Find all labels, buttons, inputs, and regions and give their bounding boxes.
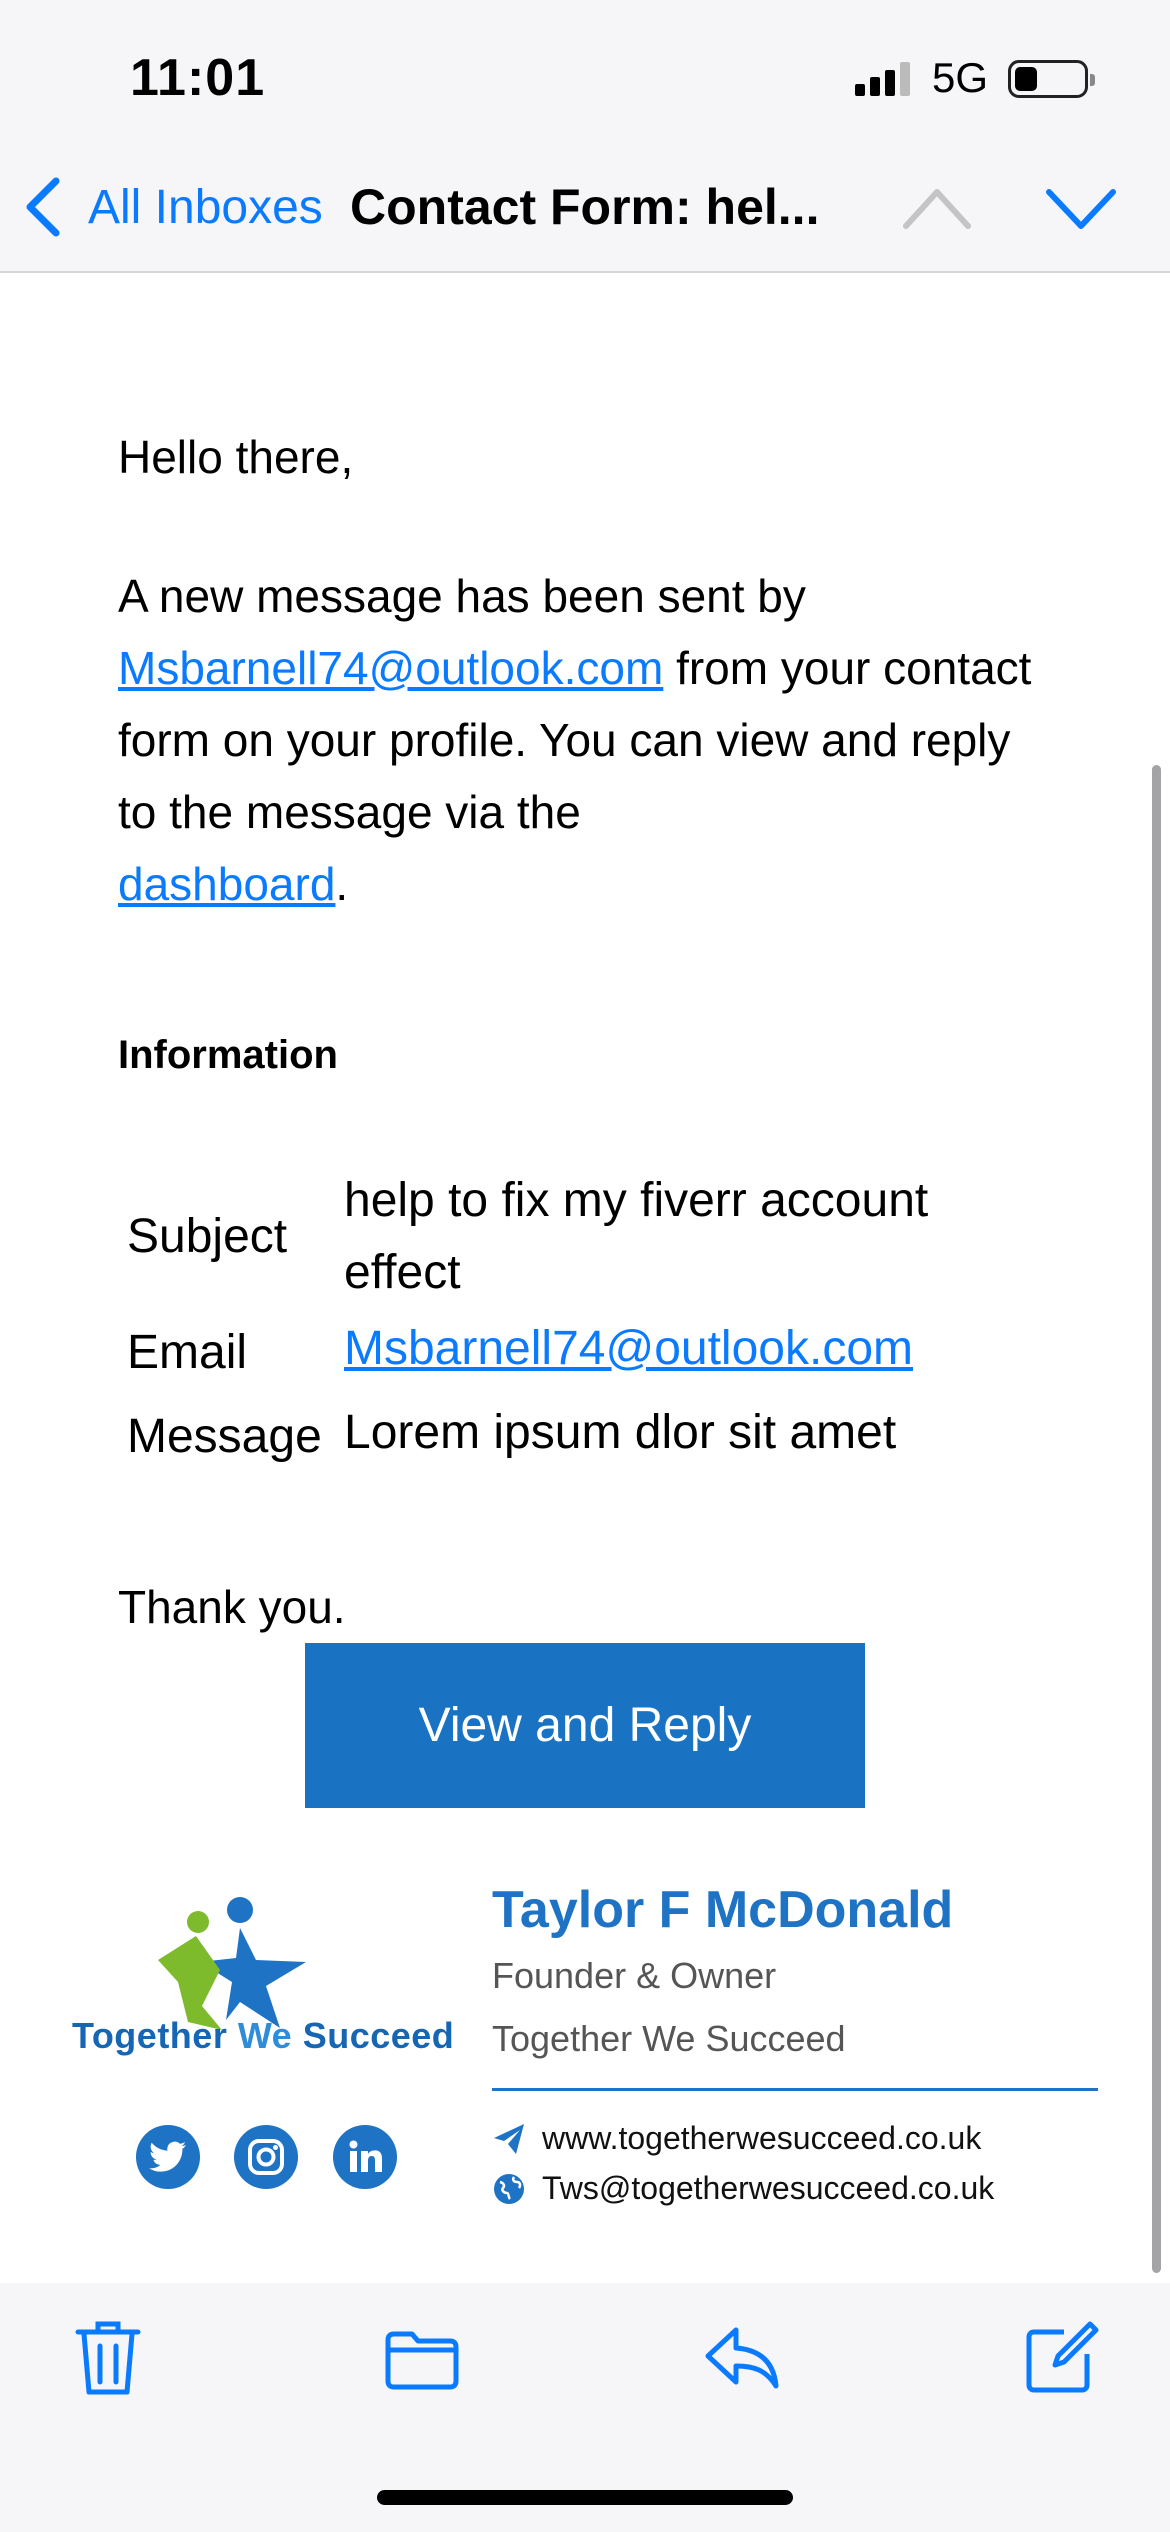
brand-text-succeed: Succeed <box>292 2015 455 2056</box>
signature-divider <box>492 2088 1098 2091</box>
info-value-subject-line2: effect <box>344 1246 461 1299</box>
info-label-email: Email <box>127 1326 248 1379</box>
battery-nub <box>1090 74 1095 86</box>
info-label-subject: Subject <box>127 1210 288 1263</box>
contact-email-text[interactable]: Tws@togetherwesucceed.co.uk <box>542 2170 994 2207</box>
sender-email-link[interactable]: Msbarnell74@outlook.com <box>118 642 663 694</box>
info-value-message: Lorem ipsum dlor sit amet <box>344 1406 897 1459</box>
chevron-left-icon[interactable] <box>22 175 66 239</box>
brand-text-together: Together <box>72 2015 238 2056</box>
information-heading: Information <box>118 1033 338 1077</box>
folder-icon[interactable] <box>384 2318 460 2398</box>
reply-icon[interactable] <box>704 2318 780 2398</box>
logo-brand-text: Together We Succeed <box>72 2015 454 2057</box>
intro-paragraph: A new message has been sent by Msbarnell… <box>118 560 1058 920</box>
signal-strength-icon <box>855 62 910 96</box>
battery-level <box>1015 67 1037 91</box>
signature-role: Founder & Owner <box>492 1955 777 1996</box>
status-time: 11:01 <box>130 49 266 107</box>
signature-company: Together We Succeed <box>492 2018 846 2059</box>
linkedin-icon[interactable] <box>333 2125 397 2189</box>
signature-website[interactable]: www.togetherwesucceed.co.uk <box>492 2120 1052 2160</box>
greeting: Hello there, <box>118 431 354 483</box>
message-title: Contact Form: hel... <box>350 179 820 235</box>
next-message-chevron-down-icon[interactable] <box>1045 184 1117 234</box>
signature-email[interactable]: Tws@togetherwesucceed.co.uk <box>492 2170 1052 2210</box>
trash-icon[interactable] <box>72 2318 144 2398</box>
twitter-icon[interactable] <box>136 2125 200 2189</box>
network-type: 5G <box>932 54 989 101</box>
intro-text-end: . <box>335 858 349 910</box>
top-bar: 11:01 5G All Inboxes Contact Form: hel..… <box>0 0 1170 273</box>
dashboard-link[interactable]: dashboard <box>118 858 335 910</box>
info-label-message: Message <box>127 1410 322 1463</box>
brand-text-we: We <box>237 2015 293 2056</box>
scrollbar[interactable] <box>1152 765 1161 2273</box>
website-text[interactable]: www.togetherwesucceed.co.uk <box>542 2120 981 2157</box>
back-button-all-inboxes[interactable]: All Inboxes <box>88 180 323 235</box>
intro-text-before: A new message has been sent by <box>118 570 806 622</box>
signature-name: Taylor F McDonald <box>492 1881 954 1939</box>
paper-plane-icon <box>494 2124 524 2154</box>
previous-message-chevron-up-icon[interactable] <box>902 184 972 234</box>
globe-icon <box>494 2174 524 2204</box>
view-and-reply-button[interactable]: View and Reply <box>305 1643 865 1808</box>
compose-icon[interactable] <box>1024 2318 1100 2398</box>
home-indicator[interactable] <box>377 2490 793 2505</box>
info-value-email-link[interactable]: Msbarnell74@outlook.com <box>344 1313 913 1385</box>
info-value-subject-line1: help to fix my fiverr account <box>344 1174 929 1227</box>
battery-icon <box>1008 60 1095 98</box>
thank-you-text: Thank you. <box>118 1581 346 1633</box>
instagram-icon[interactable] <box>234 2125 298 2189</box>
